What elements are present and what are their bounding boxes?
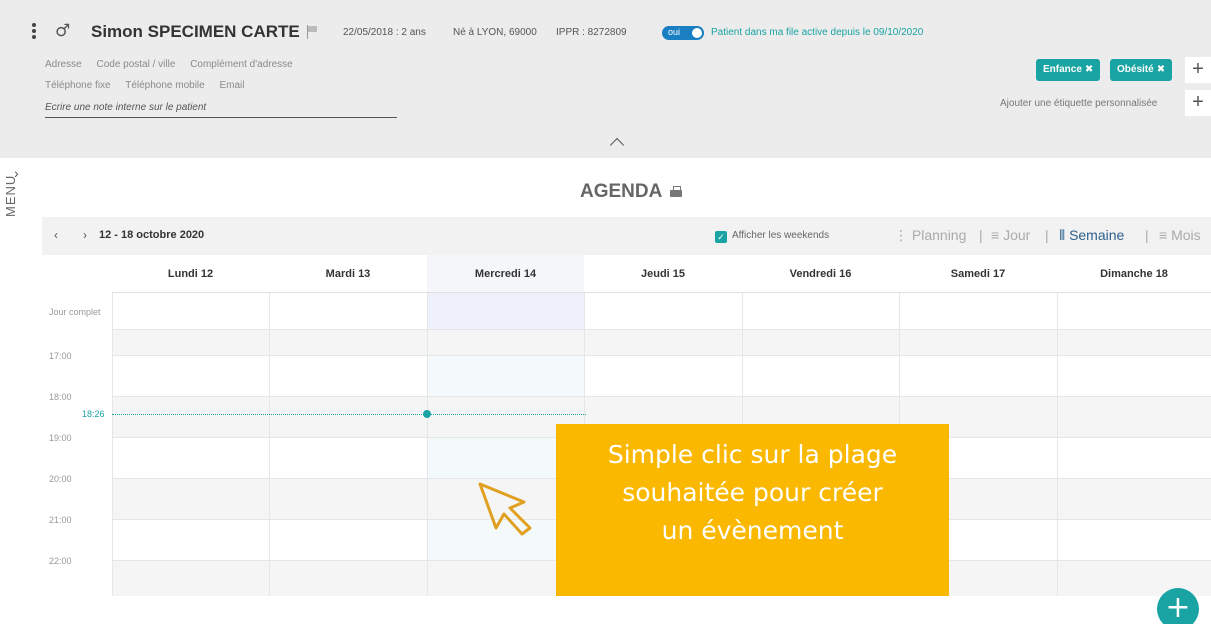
address-fields: Adresse Code postal / ville Complément d…: [45, 59, 305, 70]
email-field[interactable]: Email: [220, 80, 245, 91]
add-event-button[interactable]: +: [1157, 588, 1199, 624]
planning-icon: ⋮: [894, 227, 908, 243]
hour-label: 20:00: [49, 474, 72, 484]
hour-label: 18:00: [49, 392, 72, 402]
patient-header: ♂ Simon SPECIMEN CARTE 22/05/2018 : 2 an…: [0, 0, 1211, 158]
prev-week-icon[interactable]: ‹: [54, 228, 58, 242]
callout-line: souhaitée pour créer: [622, 478, 883, 507]
show-weekends-checkbox[interactable]: ✓: [715, 231, 727, 243]
view-label: Planning: [911, 227, 967, 243]
separator: |: [1045, 227, 1049, 243]
print-icon[interactable]: [670, 186, 682, 198]
view-mois[interactable]: ≡ Mois: [1159, 227, 1201, 243]
cursor-arrow-icon: [478, 482, 532, 536]
day-column[interactable]: [1057, 293, 1058, 596]
current-time-line: [112, 414, 586, 415]
week-icon: ⦀: [1059, 227, 1066, 243]
hour-label: 17:00: [49, 351, 72, 361]
male-icon: ♂: [55, 21, 71, 41]
agenda-toolbar: ‹ › 12 - 18 octobre 2020 ✓ Afficher les …: [42, 217, 1211, 255]
postal-city-field[interactable]: Code postal / ville: [96, 59, 175, 70]
tag-remove-icon[interactable]: ✖: [1157, 64, 1165, 75]
patient-ippr: IPPR : 8272809: [556, 27, 627, 38]
menu-label[interactable]: MENU: [3, 175, 18, 217]
view-label: Jour: [1003, 227, 1031, 243]
active-file-text: Patient dans ma file active depuis le 09…: [711, 27, 924, 38]
tag-label: Obésité: [1117, 64, 1154, 75]
patient-name: Simon SPECIMEN CARTE: [91, 22, 300, 41]
address-complement-field[interactable]: Complément d'adresse: [190, 59, 293, 70]
day-icon: ≡: [991, 227, 1000, 243]
callout-line: Simple clic sur la plage: [607, 440, 898, 469]
view-label: Semaine: [1069, 227, 1125, 243]
row-line: [112, 355, 1211, 356]
hour-label: 21:00: [49, 515, 72, 525]
day-column[interactable]: [112, 293, 113, 596]
day-header[interactable]: Lundi 12: [112, 255, 269, 293]
day-header[interactable]: Vendredi 16: [742, 255, 899, 293]
toggle-label: oui: [668, 27, 681, 37]
next-week-icon[interactable]: ›: [83, 228, 87, 242]
date-range: 12 - 18 octobre 2020: [99, 229, 205, 241]
row-line: [112, 329, 1211, 330]
tag-remove-icon[interactable]: ✖: [1085, 64, 1093, 75]
active-file-toggle[interactable]: oui: [662, 26, 704, 40]
collapse-header-icon[interactable]: [609, 137, 625, 153]
current-time-dot: [423, 410, 431, 418]
tag-enfance[interactable]: Enfance ✖: [1036, 59, 1101, 81]
help-callout: Simple clic sur la plage souhaitée pour …: [556, 424, 949, 596]
separator: |: [1145, 227, 1149, 243]
add-custom-label-text[interactable]: Ajouter une étiquette personnalisée: [1000, 98, 1157, 109]
patient-birthdate: 22/05/2018 : 2 ans: [343, 27, 426, 38]
allday-label: Jour complet: [49, 307, 101, 317]
day-header[interactable]: Dimanche 18: [1057, 255, 1211, 293]
day-header-today[interactable]: Mercredi 14: [427, 255, 584, 293]
time-band: [112, 329, 1211, 355]
month-icon: ≡: [1159, 227, 1168, 243]
address-field[interactable]: Adresse: [45, 59, 82, 70]
day-column[interactable]: [427, 293, 428, 596]
view-label: Mois: [1171, 227, 1201, 243]
today-allday-cell[interactable]: [427, 293, 584, 329]
kebab-menu-icon[interactable]: [30, 23, 38, 41]
phone-mobile-field[interactable]: Téléphone mobile: [125, 80, 205, 91]
view-planning[interactable]: ⋮ Planning: [894, 227, 966, 244]
day-header[interactable]: Samedi 17: [899, 255, 1057, 293]
agenda-title: AGENDA: [580, 181, 663, 202]
day-header[interactable]: Jeudi 15: [584, 255, 742, 293]
patient-birthplace: Né à LYON, 69000: [453, 27, 537, 38]
hour-label: 19:00: [49, 433, 72, 443]
add-custom-label-button[interactable]: +: [1185, 90, 1211, 116]
tag-label: Enfance: [1043, 64, 1082, 75]
day-column[interactable]: [269, 293, 270, 596]
day-header[interactable]: Mardi 13: [269, 255, 427, 293]
contact-fields: Téléphone fixe Téléphone mobile Email: [45, 80, 257, 91]
phone-fixed-field[interactable]: Téléphone fixe: [45, 80, 111, 91]
current-time-label: 18:26: [82, 409, 105, 419]
row-line: [112, 396, 1211, 397]
flag-icon[interactable]: [307, 25, 319, 39]
show-weekends-label[interactable]: Afficher les weekends: [732, 230, 829, 241]
view-jour[interactable]: ≡ Jour: [991, 227, 1030, 243]
hour-label: 22:00: [49, 556, 72, 566]
internal-note-input[interactable]: Ecrire une note interne sur le patient: [45, 102, 397, 118]
callout-line: un évènement: [661, 516, 844, 545]
toggle-knob: [692, 28, 702, 38]
add-tag-button[interactable]: +: [1185, 57, 1211, 83]
tag-obesite[interactable]: Obésité ✖: [1110, 59, 1173, 81]
view-semaine[interactable]: ⦀ Semaine: [1059, 227, 1124, 244]
separator: |: [979, 227, 983, 243]
